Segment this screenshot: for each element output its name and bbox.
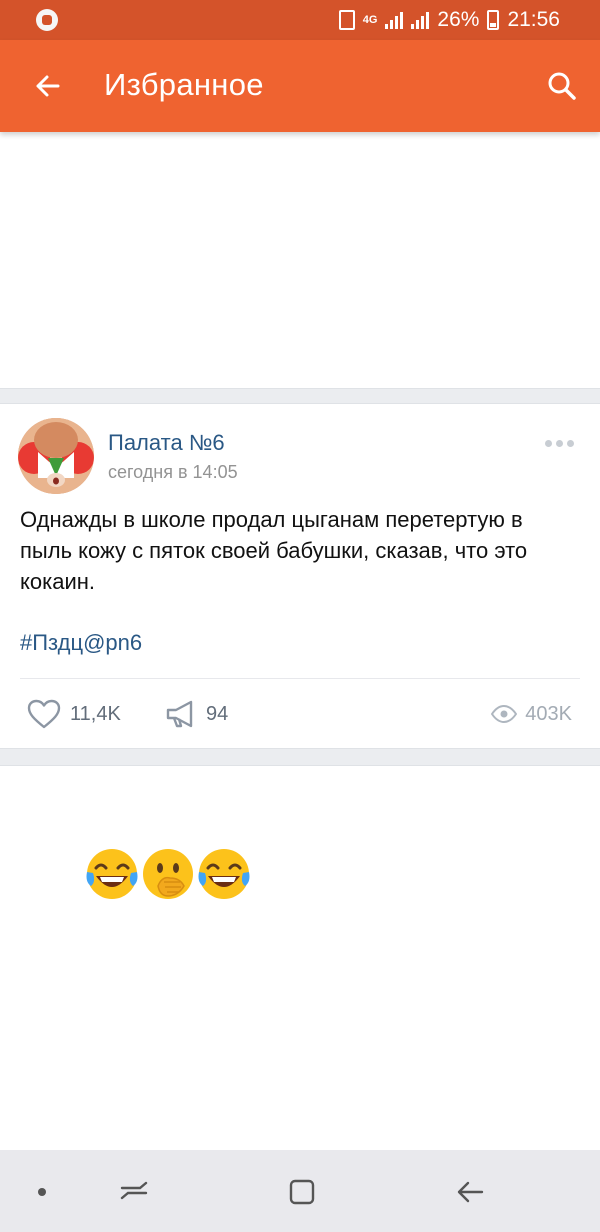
share-count: 94 (206, 702, 229, 725)
sim-icon (338, 10, 355, 30)
back-nav-icon[interactable] (452, 1174, 488, 1210)
avatar[interactable] (18, 418, 94, 494)
search-icon (548, 72, 576, 100)
views-counter: 403K (491, 696, 572, 732)
like-count: 11,4K (70, 702, 121, 725)
next-post-card (0, 766, 600, 1150)
hand-over-mouth-emoji-icon (143, 849, 193, 899)
previous-post-card (0, 132, 600, 388)
megaphone-icon (166, 700, 193, 728)
system-nav-bar (0, 1150, 600, 1232)
post-time: сегодня в 14:05 (108, 462, 238, 482)
page-title: Избранное (104, 67, 264, 102)
more-icon (545, 440, 552, 447)
recent-apps-icon[interactable] (116, 1174, 152, 1210)
signal-icon (385, 11, 404, 29)
post-card: Палата №6 сегодня в 14:05 Однажды в школ… (0, 404, 600, 748)
status-indicators: 4G 26% 21:56 (338, 0, 560, 40)
emoji-row (84, 846, 252, 902)
laughing-emoji-icon (86, 849, 138, 899)
feed-divider-2 (0, 748, 600, 766)
back-button[interactable] (28, 66, 68, 106)
battery-percent: 26% (437, 8, 480, 31)
post-actions-divider (20, 678, 580, 679)
arrow-left-icon (36, 75, 60, 97)
clock: 21:56 (507, 8, 560, 31)
post-author[interactable]: Палата №6 (108, 430, 225, 456)
laughing-emoji-icon-2 (198, 849, 250, 899)
post-text: Однажды в школе продал цыганам перетерту… (20, 507, 528, 594)
more-button[interactable] (545, 440, 574, 447)
community-avatar-image (18, 418, 94, 494)
feed-divider (0, 388, 600, 404)
nav-dot-icon[interactable] (24, 1174, 60, 1210)
app-notification-icon (36, 9, 58, 31)
status-bar: 4G 26% 21:56 (0, 0, 600, 40)
post-hashtag[interactable]: #Пздц@pn6 (20, 630, 142, 656)
heart-icon (27, 699, 61, 729)
like-button[interactable]: 11,4K (26, 696, 121, 732)
signal-icon-2 (411, 11, 430, 29)
battery-icon (487, 10, 500, 30)
view-count: 403K (525, 702, 572, 725)
share-button[interactable]: 94 (164, 696, 228, 732)
network-type: 4G (362, 13, 378, 26)
app-bar: Избранное (0, 40, 600, 132)
search-button[interactable] (542, 66, 582, 106)
eye-icon (491, 705, 518, 723)
home-icon[interactable] (284, 1174, 320, 1210)
